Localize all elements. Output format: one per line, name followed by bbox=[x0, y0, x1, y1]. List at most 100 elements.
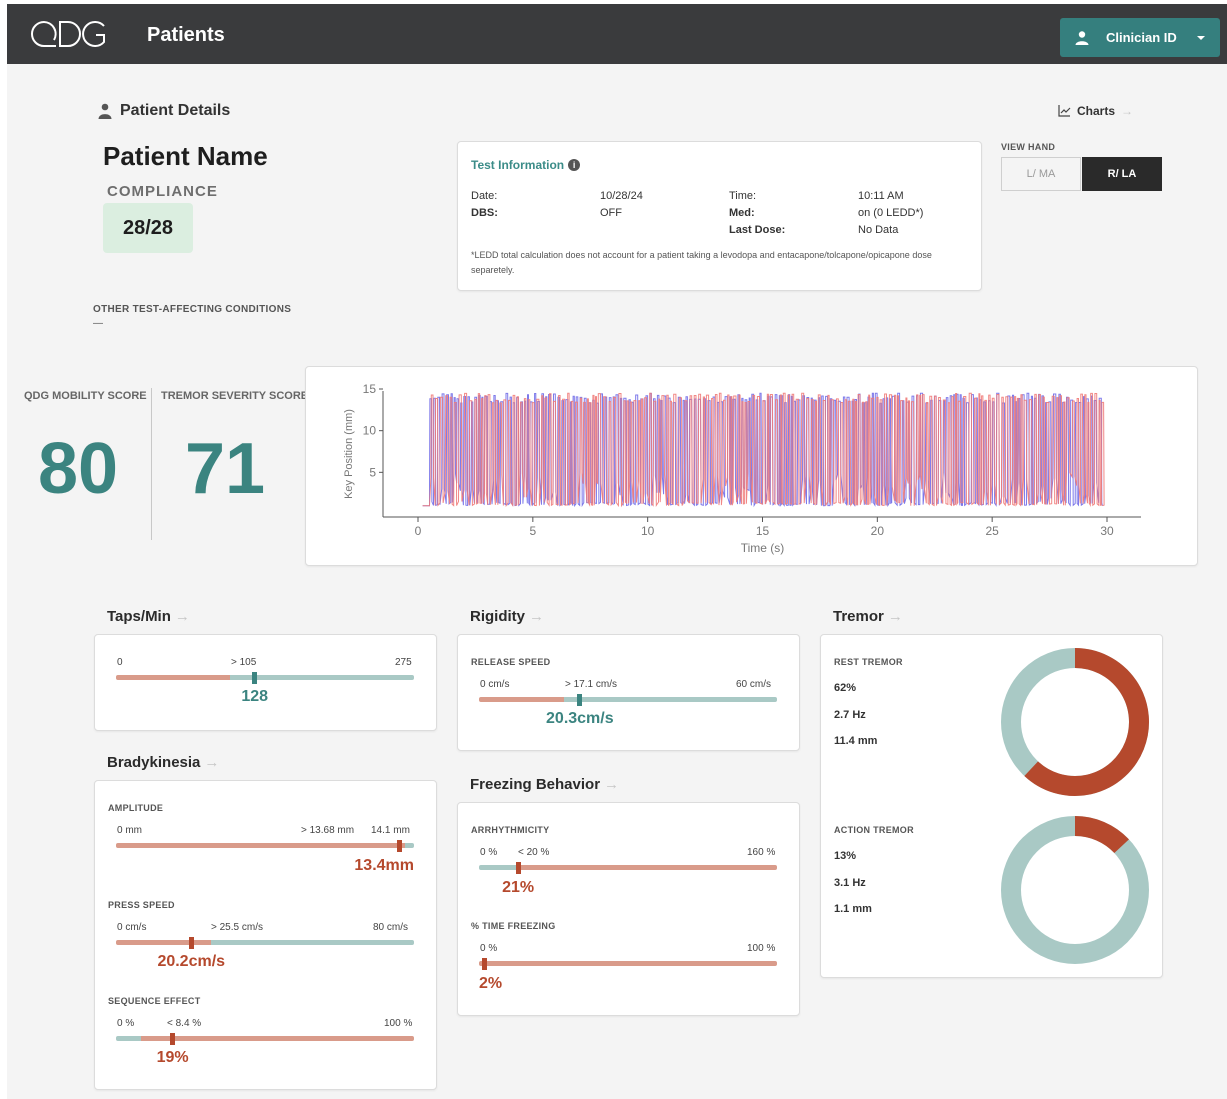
sequence-effect-value: 19% bbox=[156, 1049, 189, 1066]
amplitude-threshold-tick: > 13.68 mm bbox=[301, 825, 355, 836]
chevron-down-icon bbox=[1196, 35, 1205, 40]
other-conditions-label: OTHER TEST-AFFECTING CONDITIONS bbox=[93, 304, 292, 315]
time-freezing-min-tick: 0 % bbox=[480, 943, 498, 954]
arrow-right-icon: → bbox=[604, 776, 620, 793]
clinician-id-button[interactable]: Clinician ID bbox=[1060, 18, 1220, 57]
arrow-right-icon: → bbox=[204, 754, 220, 771]
sequence-effect-value-marker bbox=[170, 1033, 176, 1045]
below-threshold-segment bbox=[116, 940, 211, 945]
sequence-effect-max-tick: 100 % bbox=[384, 1018, 413, 1029]
taps-min-heading[interactable]: Taps/Min → bbox=[107, 608, 190, 625]
tremor-card: REST TREMOR 62% 2.7 Hz 11.4 mm ACTION TR… bbox=[820, 634, 1163, 978]
x-axis-label: Time (s) bbox=[741, 541, 785, 555]
tremor-title: Tremor bbox=[833, 608, 884, 625]
time-freezing-max-tick: 100 % bbox=[747, 943, 776, 954]
taps-min-title: Taps/Min bbox=[107, 608, 171, 625]
tremor-severity-value: 71 bbox=[185, 429, 266, 509]
below-threshold-segment bbox=[116, 1036, 142, 1041]
freezing-behavior-title: Freezing Behavior bbox=[470, 776, 601, 793]
last-dose-value: No Data bbox=[858, 224, 899, 236]
taps-min-tick: 0 bbox=[117, 657, 123, 668]
qdg-logo-icon bbox=[31, 21, 105, 47]
patient-details-heading: Patient Details bbox=[98, 102, 230, 120]
below-threshold-segment bbox=[479, 865, 517, 870]
rigidity-card: RELEASE SPEED 0 cm/s > 17.1 cm/s 60 cm/s… bbox=[457, 634, 800, 751]
qdg-logo[interactable] bbox=[30, 18, 108, 55]
arrhythmicity-range-bar bbox=[479, 865, 777, 870]
sequence-effect-threshold-tick: < 8.4 % bbox=[167, 1018, 202, 1029]
release-speed-max-tick: 60 cm/s bbox=[736, 679, 772, 690]
bradykinesia-title: Bradykinesia bbox=[107, 754, 201, 771]
y-tick-label: 15 bbox=[363, 382, 377, 396]
line-chart-icon bbox=[1058, 105, 1071, 117]
sequence-effect-label: SEQUENCE EFFECT bbox=[108, 996, 201, 1006]
release-speed-value: 20.3cm/s bbox=[546, 710, 614, 727]
key-position-chart-card: 0 5 10 15 20 25 30 5 10 15 Time (s) Key Position (m… bbox=[305, 366, 1198, 566]
rest-tremor-amplitude: 11.4 mm bbox=[834, 735, 878, 747]
time-freezing-value-marker bbox=[482, 958, 488, 970]
charts-link-label: Charts bbox=[1077, 104, 1116, 118]
y-axis-label: Key Position (mm) bbox=[343, 409, 355, 499]
sequence-effect-range-bar bbox=[116, 1036, 414, 1041]
charts-link[interactable]: Charts → bbox=[1058, 104, 1133, 118]
patient-name: Patient Name bbox=[103, 141, 268, 171]
tremor-heading[interactable]: Tremor → bbox=[833, 608, 903, 625]
bradykinesia-heading[interactable]: Bradykinesia → bbox=[107, 754, 219, 771]
amplitude-range-bar bbox=[116, 843, 414, 848]
rigidity-heading[interactable]: Rigidity → bbox=[470, 608, 544, 625]
x-tick-label: 0 bbox=[415, 524, 422, 538]
x-tick-label: 30 bbox=[1100, 524, 1114, 538]
y-tick-label: 10 bbox=[363, 424, 377, 438]
arrhythmicity-value-marker bbox=[515, 862, 521, 874]
sequence-effect-min-tick: 0 % bbox=[117, 1018, 135, 1029]
release-speed-threshold-tick: > 17.1 cm/s bbox=[565, 679, 617, 690]
view-hand-label: VIEW HAND bbox=[1001, 142, 1056, 152]
med-label: Med: bbox=[729, 207, 755, 219]
taps-min-card: 0 > 105 275 128 bbox=[94, 634, 437, 731]
compliance-badge: 28/28 bbox=[103, 203, 193, 253]
x-tick-label: 5 bbox=[529, 524, 536, 538]
dbs-value: OFF bbox=[600, 207, 622, 219]
freezing-behavior-heading[interactable]: Freezing Behavior → bbox=[470, 776, 619, 793]
med-value: on (0 LEDD*) bbox=[858, 207, 924, 219]
user-icon bbox=[1075, 30, 1089, 45]
above-threshold-segment bbox=[229, 675, 414, 680]
press-speed-max-tick: 80 cm/s bbox=[373, 922, 409, 933]
arrow-right-icon: → bbox=[887, 608, 903, 625]
press-speed-value: 20.2cm/s bbox=[157, 953, 226, 970]
arrow-right-icon: → bbox=[174, 608, 190, 625]
tremor-severity-label: TREMOR SEVERITY SCORE bbox=[161, 390, 309, 402]
mobility-score-label: QDG MOBILITY SCORE bbox=[24, 390, 147, 402]
action-tremor-amplitude: 1.1 mm bbox=[834, 903, 872, 915]
view-hand-right-button[interactable]: R/ LA bbox=[1082, 157, 1162, 191]
time-freezing-value: 2% bbox=[479, 975, 503, 992]
test-information-title: Test Information i bbox=[471, 158, 581, 172]
taps-value-marker bbox=[252, 672, 258, 684]
time-freezing-label: % TIME FREEZING bbox=[471, 921, 556, 931]
score-divider bbox=[151, 388, 152, 540]
info-icon[interactable]: i bbox=[568, 159, 581, 171]
x-tick-label: 10 bbox=[641, 524, 655, 538]
date-label: Date: bbox=[471, 190, 498, 202]
amplitude-min-tick: 0 mm bbox=[117, 825, 142, 836]
below-threshold-segment bbox=[116, 843, 406, 848]
action-tremor-value-arc bbox=[1074, 816, 1129, 854]
dbs-label: DBS: bbox=[471, 207, 498, 219]
other-conditions-value: — bbox=[93, 318, 103, 329]
amplitude-value: 13.4mm bbox=[354, 857, 414, 874]
view-hand-left-button[interactable]: L/ MA bbox=[1001, 157, 1081, 191]
test-information-label: Test Information bbox=[471, 158, 565, 172]
press-speed-min-tick: 0 cm/s bbox=[117, 922, 147, 933]
release-speed-min-tick: 0 cm/s bbox=[480, 679, 510, 690]
action-tremor-percent: 13% bbox=[834, 850, 857, 862]
release-speed-label: RELEASE SPEED bbox=[471, 657, 551, 667]
key-position-chart: 0 5 10 15 20 25 30 5 10 15 Time (s) Key Position (m… bbox=[343, 382, 1141, 555]
above-threshold-segment bbox=[141, 1036, 414, 1041]
ledd-footnote: *LEDD total calculation does not account… bbox=[471, 250, 932, 275]
compliance-label: COMPLIANCE bbox=[107, 183, 218, 200]
range-segment bbox=[479, 961, 777, 966]
page-title: Patients bbox=[147, 24, 225, 46]
arrhythmicity-min-tick: 0 % bbox=[480, 847, 498, 858]
arrhythmicity-max-tick: 160 % bbox=[747, 847, 776, 858]
above-threshold-segment bbox=[516, 865, 777, 870]
